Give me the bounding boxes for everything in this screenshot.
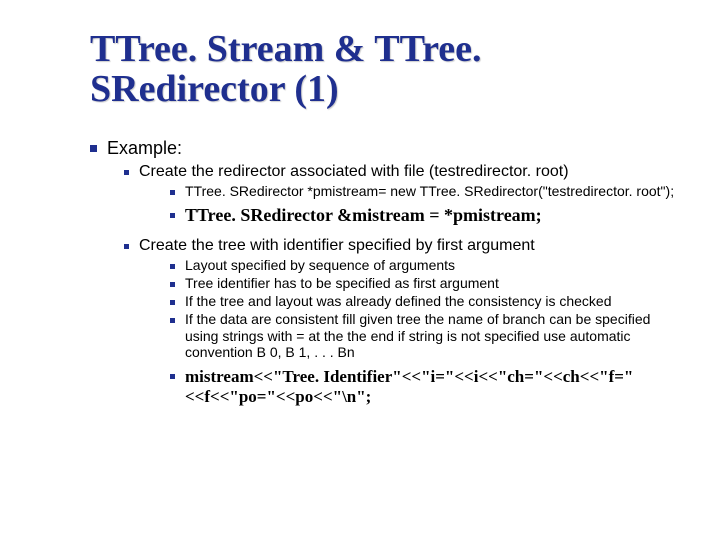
bullet-consistency: If the tree and layout was already defin… [170,293,680,310]
slide: TTree. Stream & TTree. SRedirector (1) E… [0,0,720,540]
bullet-text: If the tree and layout was already defin… [185,293,611,310]
bullet-code-new-redirector: TTree. SRedirector *pmistream= new TTree… [170,183,680,200]
bullet-text: Layout specified by sequence of argument… [185,257,455,274]
square-bullet-icon [124,244,129,249]
bullet-text: TTree. SRedirector *pmistream= new TTree… [185,183,674,200]
bullet-text: Tree identifier has to be specified as f… [185,275,499,292]
square-bullet-icon [170,264,175,269]
square-bullet-icon [170,318,175,323]
square-bullet-icon [170,282,175,287]
bullet-example: Example: [90,138,680,159]
bullet-text: Create the redirector associated with fi… [139,163,569,181]
bullet-text: TTree. SRedirector &mistream = *pmistrea… [185,206,542,226]
bullet-text: Create the tree with identifier specifie… [139,237,535,255]
square-bullet-icon [90,145,97,152]
bullet-text: mistream<<"Tree. Identifier"<<"i="<<i<<"… [185,367,680,406]
square-bullet-icon [170,213,175,218]
slide-title: TTree. Stream & TTree. SRedirector (1) [90,30,680,110]
bullet-text: Example: [107,138,182,159]
square-bullet-icon [124,170,129,175]
bullet-code-mistream-ref: TTree. SRedirector &mistream = *pmistrea… [170,206,680,226]
square-bullet-icon [170,300,175,305]
square-bullet-icon [170,190,175,195]
bullet-create-redirector: Create the redirector associated with fi… [124,163,680,181]
bullet-code-mistream-stream: mistream<<"Tree. Identifier"<<"i="<<i<<"… [170,367,680,406]
bullet-text: If the data are consistent fill given tr… [185,311,680,361]
bullet-branch-naming: If the data are consistent fill given tr… [170,311,680,361]
square-bullet-icon [170,374,175,379]
bullet-create-tree: Create the tree with identifier specifie… [124,237,680,255]
bullet-layout-seq: Layout specified by sequence of argument… [170,257,680,274]
bullet-tree-identifier: Tree identifier has to be specified as f… [170,275,680,292]
